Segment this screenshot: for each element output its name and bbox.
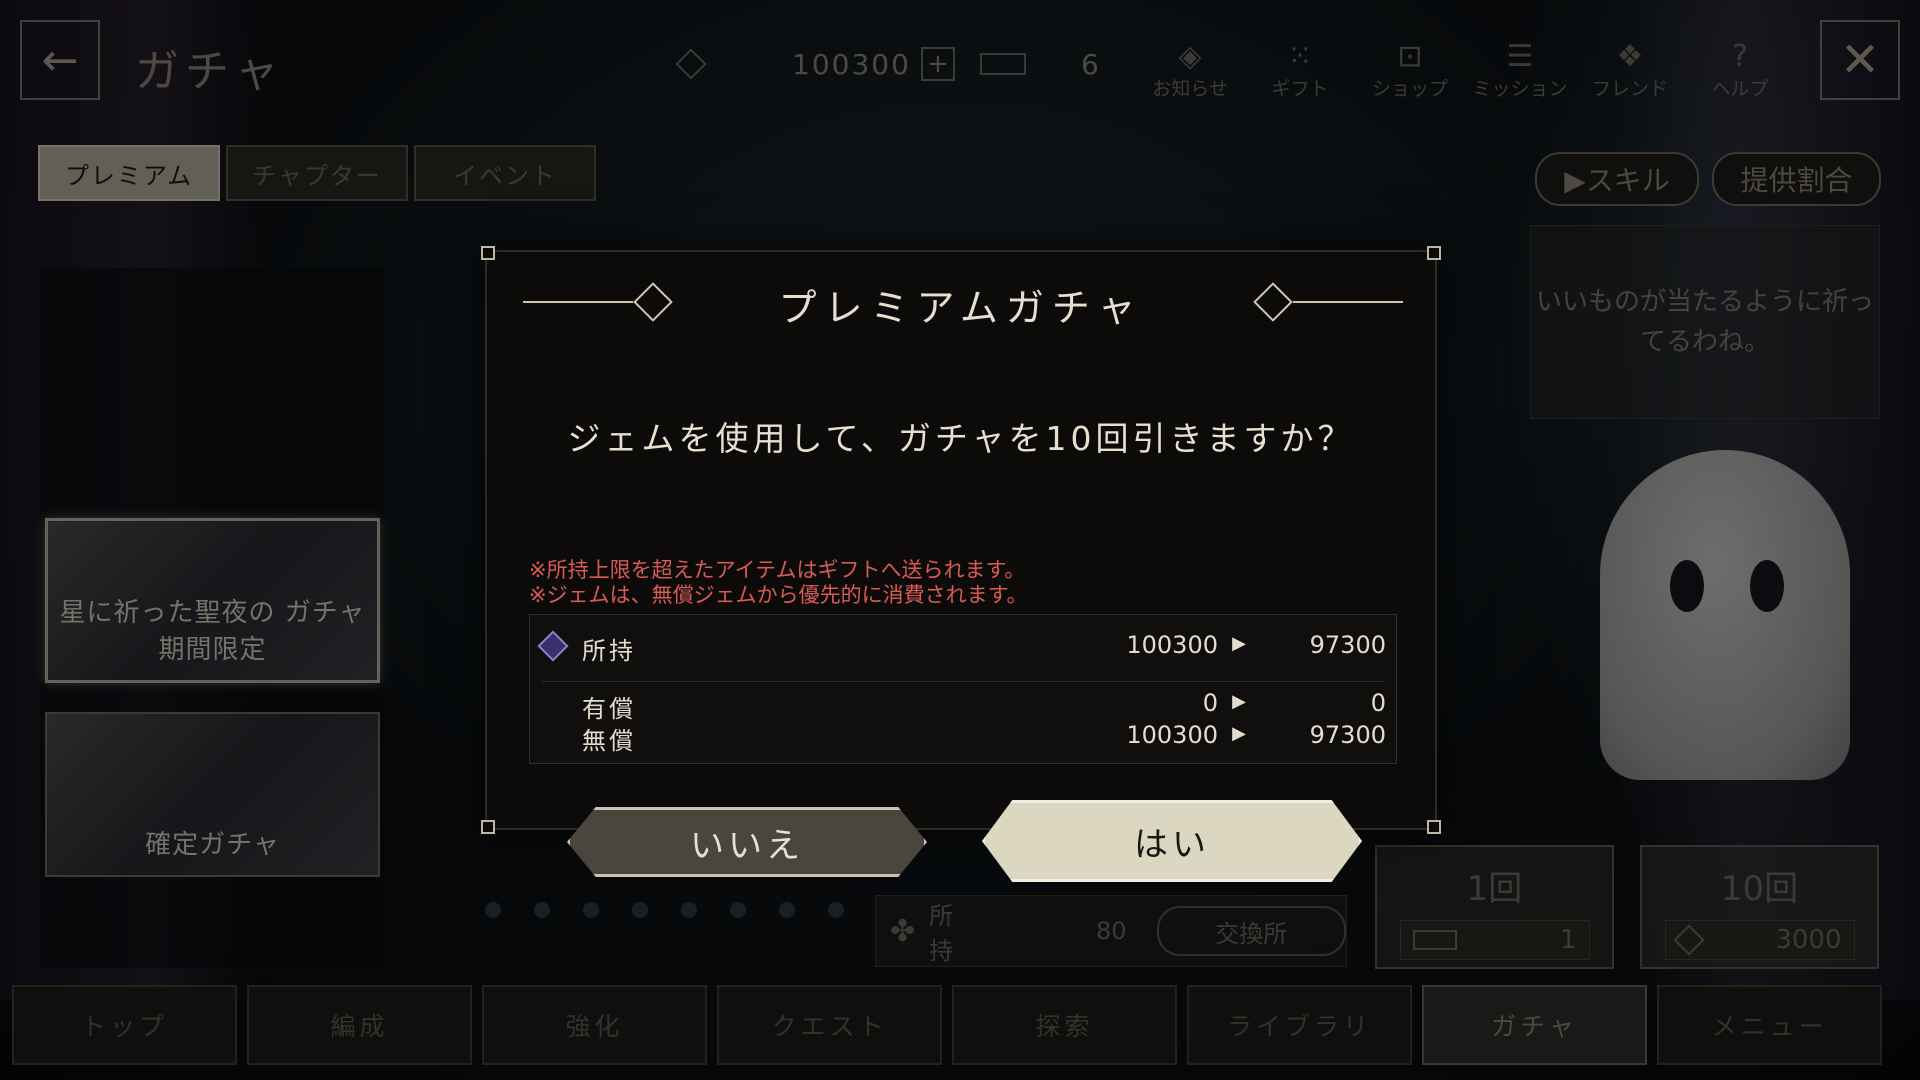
free-after: 97300 xyxy=(1309,721,1386,749)
no-button[interactable]: いいえ xyxy=(567,807,927,877)
gem-icon xyxy=(537,630,569,662)
free-before: 100300 xyxy=(1126,721,1218,749)
dialog-question: ジェムを使用して、ガチャを10回引きますか？ xyxy=(567,419,1355,458)
divider xyxy=(542,681,1384,682)
row-label: 所持 xyxy=(582,637,636,665)
arrow-right-icon: ▶ xyxy=(1232,723,1246,744)
row-label: 有償 xyxy=(582,695,636,723)
arrow-right-icon: ▶ xyxy=(1232,691,1246,712)
yes-button[interactable]: はい xyxy=(982,800,1362,882)
row-label: 無償 xyxy=(582,727,636,755)
gems-before: 100300 xyxy=(1126,631,1218,659)
confirm-dialog: プレミアムガチャ ジェムを使用して、ガチャを10回引きますか？ ※所持上限を超え… xyxy=(481,246,1441,882)
dialog-title: プレミアムガチャ xyxy=(778,286,1144,330)
gem-summary-table: 所持 100300 ▶ 97300 有償 0 ▶ 0 無償 100300 ▶ 9… xyxy=(529,614,1397,764)
dialog-note: ※ジェムは、無償ジェムから優先的に消費されます。 xyxy=(529,583,1028,607)
paid-before: 0 xyxy=(1202,689,1218,717)
arrow-right-icon: ▶ xyxy=(1232,633,1246,654)
title-ornament xyxy=(1293,301,1403,303)
paid-after: 0 xyxy=(1370,689,1386,717)
gems-after: 97300 xyxy=(1309,631,1386,659)
